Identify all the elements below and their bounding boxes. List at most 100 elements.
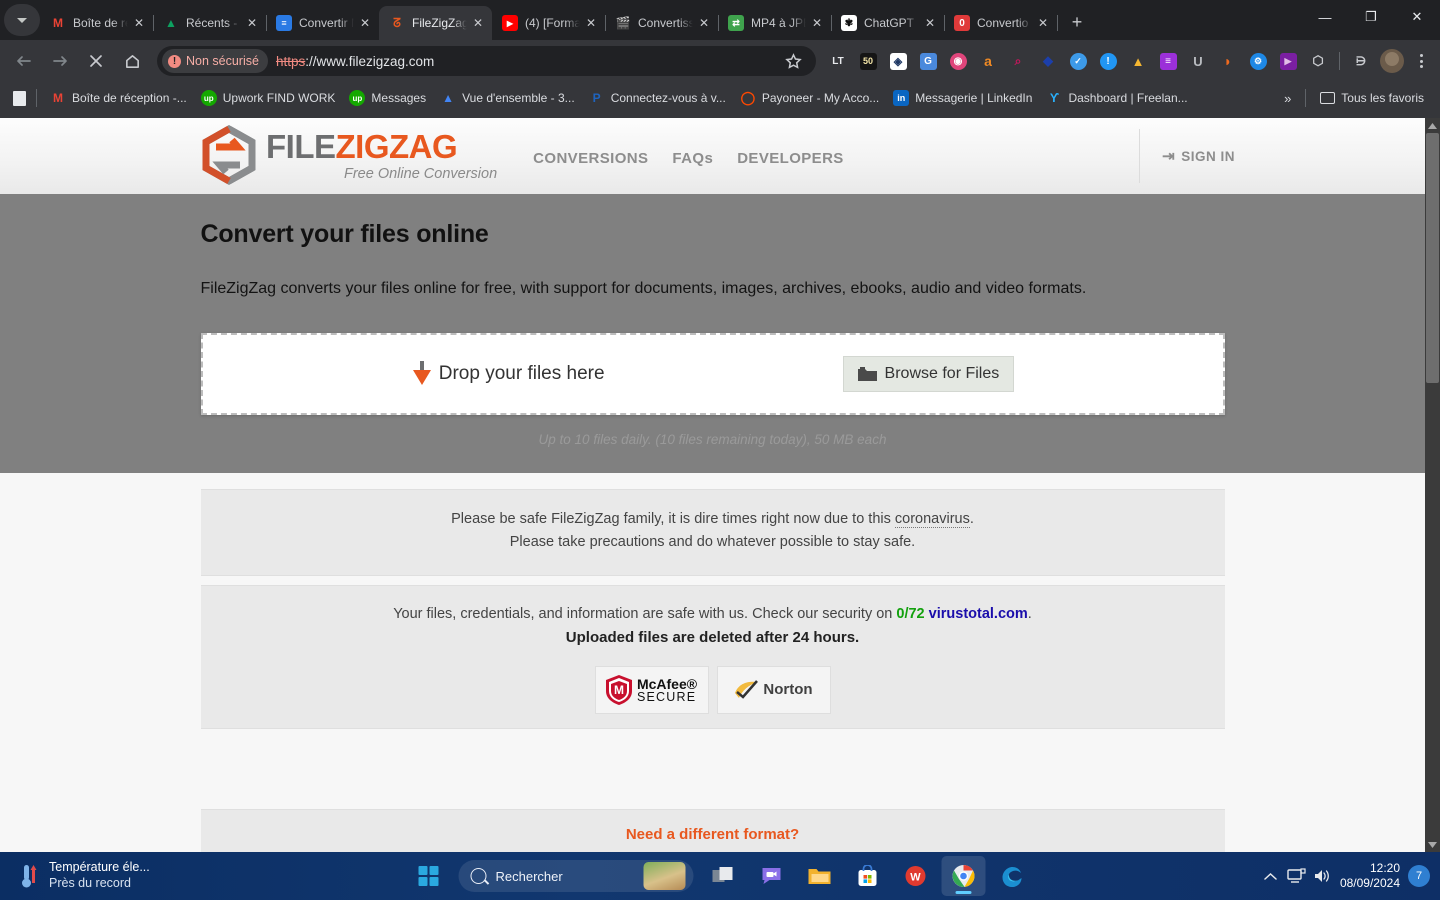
virustotal-link[interactable]: virustotal.com bbox=[929, 606, 1028, 622]
google-docs-icon: ≡ bbox=[276, 15, 292, 31]
file-dropzone[interactable]: Drop your files here Browse for Files bbox=[200, 333, 1225, 415]
weather-widget[interactable]: Température éle... Près du record bbox=[18, 860, 150, 891]
notification-badge[interactable]: 7 bbox=[1408, 865, 1430, 887]
back-button[interactable] bbox=[9, 46, 39, 76]
notes-counter-icon[interactable]: 50 bbox=[855, 48, 881, 74]
settings-gear-icon[interactable]: ⚙ bbox=[1245, 48, 1271, 74]
bookmark-label: Payoneer - My Acco... bbox=[761, 91, 880, 105]
security-status-badge[interactable]: ! Non sécurisé bbox=[162, 49, 268, 73]
bookmarks-overflow-button[interactable]: » bbox=[1276, 91, 1299, 106]
close-icon[interactable]: ✕ bbox=[583, 15, 599, 31]
address-bar[interactable]: ! Non sécurisé https://www.filezigzag.co… bbox=[157, 46, 816, 76]
browser-tab[interactable]: ⇄ MP4 à JPEG ✕ bbox=[718, 6, 832, 40]
list-lines-icon[interactable]: ≡ bbox=[1155, 48, 1181, 74]
bookmark-item[interactable]: M Boîte de réception -... bbox=[43, 86, 194, 110]
mcafee-secure-badge[interactable]: M McAfee® SECURE bbox=[594, 665, 709, 714]
scrollbar-thumb[interactable] bbox=[1426, 133, 1439, 383]
keyword-search-icon[interactable]: ⌕ bbox=[1005, 48, 1031, 74]
honey-icon[interactable]: ▲ bbox=[1125, 48, 1151, 74]
close-icon[interactable]: ✕ bbox=[131, 15, 147, 31]
bookmark-label: Upwork FIND WORK bbox=[222, 91, 336, 105]
extensions-puzzle-icon[interactable]: ⬡ bbox=[1305, 48, 1331, 74]
volume-icon[interactable] bbox=[1310, 860, 1336, 892]
scroll-down-button[interactable] bbox=[1425, 837, 1440, 852]
bookmark-item[interactable]: up Messages bbox=[342, 86, 433, 110]
close-icon[interactable]: ✕ bbox=[696, 15, 712, 31]
close-window-button[interactable]: ✕ bbox=[1394, 0, 1440, 34]
browser-tab[interactable]: M Boîte de ré ✕ bbox=[40, 6, 154, 40]
network-icon[interactable] bbox=[1284, 860, 1310, 892]
grammar-check-icon[interactable]: ◈ bbox=[885, 48, 911, 74]
grammarly-u-icon[interactable]: U bbox=[1185, 48, 1211, 74]
forward-button[interactable] bbox=[45, 46, 75, 76]
file-explorer-button[interactable] bbox=[798, 856, 842, 896]
bookmark-item[interactable]: ◯ Payoneer - My Acco... bbox=[733, 86, 886, 110]
browser-tab[interactable]: ▲ Récents - G ✕ bbox=[153, 6, 267, 40]
checkmark-badge-icon[interactable]: ✓ bbox=[1065, 48, 1091, 74]
new-tab-button[interactable]: + bbox=[1063, 8, 1091, 36]
browser-tab-active[interactable]: ᘔ FileZigZag ✕ bbox=[379, 6, 492, 40]
bookmark-item[interactable]: ϒ Dashboard | Freelan... bbox=[1039, 86, 1194, 110]
reading-list-icon[interactable] bbox=[8, 88, 30, 108]
adblock-a-icon[interactable]: a bbox=[975, 48, 1001, 74]
target-ring-icon[interactable]: ◉ bbox=[945, 48, 971, 74]
metamask-icon[interactable]: ◆ bbox=[1035, 48, 1061, 74]
bookmark-item[interactable]: up Upwork FIND WORK bbox=[194, 86, 343, 110]
wps-office-button[interactable]: W bbox=[894, 856, 938, 896]
sign-in-button[interactable]: ⇥ SIGN IN bbox=[1162, 147, 1235, 165]
browser-tab[interactable]: ▶ (4) [Format ✕ bbox=[492, 6, 606, 40]
info-badge-icon[interactable]: ! bbox=[1095, 48, 1121, 74]
signin-area: ⇥ SIGN IN bbox=[1139, 129, 1235, 183]
bookmark-item[interactable]: ▲ Vue d'ensemble - 3... bbox=[433, 86, 582, 110]
site-logo[interactable]: FILEZIGZAG Free Online Conversion bbox=[198, 124, 497, 187]
start-button[interactable] bbox=[407, 856, 451, 896]
purple-player-icon[interactable]: ▶ bbox=[1275, 48, 1301, 74]
close-icon[interactable]: ✕ bbox=[922, 15, 938, 31]
bookmark-star-icon[interactable] bbox=[780, 48, 806, 74]
chrome-menu-icon[interactable] bbox=[1408, 48, 1434, 74]
norton-secured-badge[interactable]: Norton bbox=[716, 665, 831, 714]
all-bookmarks-button[interactable]: Tous les favoris bbox=[1312, 86, 1432, 110]
maximize-button[interactable]: ❐ bbox=[1348, 0, 1394, 34]
close-icon[interactable]: ✕ bbox=[357, 15, 373, 31]
coronavirus-link[interactable]: coronavirus bbox=[894, 511, 970, 528]
browser-tab[interactable]: 0 Convertio - ✕ bbox=[944, 6, 1058, 40]
dropzone-prompt: Drop your files here bbox=[411, 361, 605, 387]
teams-chat-button[interactable] bbox=[750, 856, 794, 896]
bookmark-item[interactable]: in Messagerie | LinkedIn bbox=[886, 86, 1039, 110]
browser-tab[interactable]: ✾ ChatGPT ✕ bbox=[831, 6, 945, 40]
google-translate-icon[interactable]: G bbox=[915, 48, 941, 74]
languagetool-icon[interactable]: LT bbox=[825, 48, 851, 74]
nav-conversions[interactable]: CONVERSIONS bbox=[533, 150, 648, 167]
google-chrome-button[interactable] bbox=[941, 856, 986, 896]
microsoft-edge-button[interactable] bbox=[990, 856, 1034, 896]
browse-for-files-button[interactable]: Browse for Files bbox=[842, 356, 1015, 392]
store-bag-icon bbox=[858, 865, 877, 886]
page-scrollbar[interactable] bbox=[1425, 118, 1440, 852]
browser-tab[interactable]: ≡ Convertir M ✕ bbox=[266, 6, 380, 40]
close-icon[interactable]: ✕ bbox=[1035, 15, 1051, 31]
nav-faqs[interactable]: FAQs bbox=[672, 150, 713, 167]
minimize-button[interactable]: — bbox=[1302, 0, 1348, 34]
browser-tab[interactable]: 🎬 Convertisse ✕ bbox=[605, 6, 719, 40]
nav-developers[interactable]: DEVELOPERS bbox=[737, 150, 844, 167]
profile-avatar[interactable] bbox=[1380, 49, 1404, 73]
flame-orange-icon[interactable]: ◗ bbox=[1215, 48, 1241, 74]
folder-open-icon bbox=[857, 366, 877, 381]
taskbar-clock[interactable]: 12:20 08/09/2024 bbox=[1340, 861, 1400, 892]
tab-search-button[interactable] bbox=[4, 4, 40, 36]
close-icon[interactable]: ✕ bbox=[470, 15, 486, 31]
page-viewport: FILEZIGZAG Free Online Conversion CONVER… bbox=[0, 118, 1440, 852]
media-control-icon[interactable]: ⋻ bbox=[1348, 48, 1374, 74]
scroll-up-button[interactable] bbox=[1425, 118, 1440, 133]
close-icon[interactable]: ✕ bbox=[809, 15, 825, 31]
home-button[interactable] bbox=[117, 46, 147, 76]
microsoft-store-button[interactable] bbox=[846, 856, 890, 896]
task-view-button[interactable] bbox=[702, 856, 746, 896]
taskbar-search-input[interactable]: Rechercher bbox=[458, 860, 694, 892]
bookmark-item[interactable]: P Connectez-vous à v... bbox=[582, 86, 733, 110]
stop-loading-button[interactable] bbox=[81, 46, 111, 76]
tray-overflow-button[interactable] bbox=[1258, 860, 1284, 892]
close-icon[interactable]: ✕ bbox=[244, 15, 260, 31]
close-x-icon bbox=[90, 55, 102, 67]
